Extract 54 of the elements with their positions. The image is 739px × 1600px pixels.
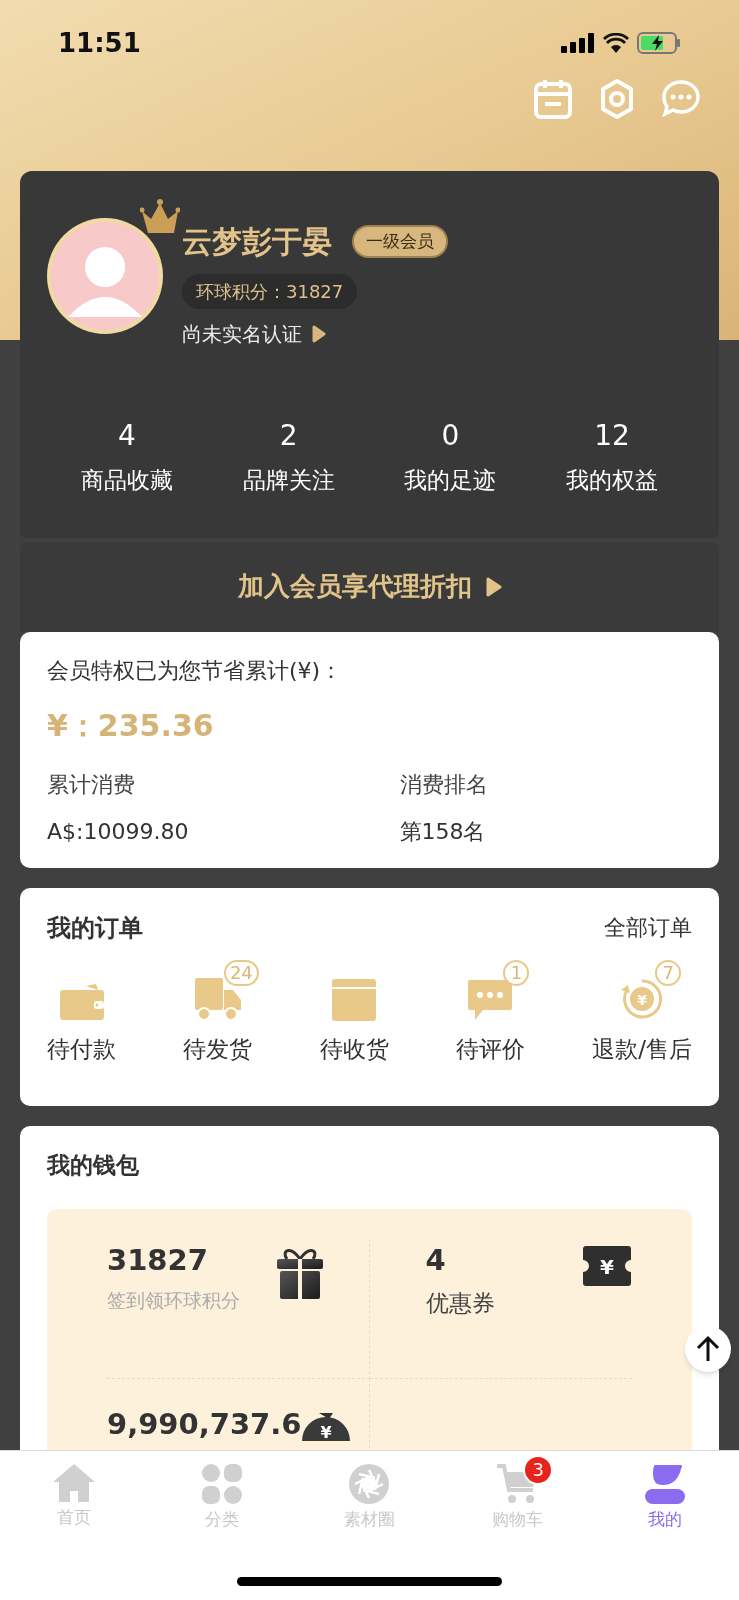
all-orders-link[interactable]: 全部订单 bbox=[604, 911, 692, 944]
order-status-button[interactable]: 待付款 bbox=[47, 957, 134, 1066]
signal-icon bbox=[561, 33, 595, 53]
stat-label: 我的权益 bbox=[566, 466, 659, 495]
join-member-banner[interactable]: 加入会员享代理折扣 bbox=[20, 541, 719, 632]
user-icon bbox=[643, 1463, 688, 1505]
stat-label: 消费排名 bbox=[399, 770, 489, 799]
wallet-value: 9,990,737.6 bbox=[107, 1405, 302, 1443]
stat-value: 12 bbox=[594, 418, 630, 454]
aperture-icon bbox=[348, 1463, 391, 1505]
savings-amount: ¥：235.36 bbox=[47, 706, 215, 745]
stat-label: 累计消费 bbox=[47, 770, 136, 799]
battery-icon bbox=[637, 32, 681, 54]
stat-label: 品牌关注 bbox=[242, 466, 335, 495]
section-title: 我的钱包 bbox=[47, 1151, 140, 1180]
calendar-button[interactable] bbox=[533, 78, 573, 120]
wallet-label: 优惠券 bbox=[425, 1289, 495, 1318]
order-status-button[interactable]: 1 待评价 bbox=[455, 957, 543, 1066]
count-badge: 1 bbox=[503, 959, 530, 986]
wifi-icon bbox=[603, 33, 629, 53]
wallet-icon bbox=[57, 981, 106, 1022]
stat-label: 我的足迹 bbox=[404, 466, 497, 495]
count-badge: 7 bbox=[655, 959, 682, 986]
home-icon bbox=[51, 1463, 96, 1503]
crown-icon bbox=[140, 199, 180, 235]
order-status-button[interactable]: ¥ 7 退款/售后 bbox=[592, 957, 710, 1066]
stat-value: A$:10099.80 bbox=[47, 817, 190, 846]
play-icon bbox=[312, 325, 326, 343]
stat-value: 第158名 bbox=[399, 817, 487, 846]
box-icon bbox=[331, 977, 378, 1022]
status-time: 11:51 bbox=[58, 26, 141, 60]
savings-title: 会员特权已为您节省累计(¥)： bbox=[47, 656, 344, 685]
tab-item[interactable]: 我的 bbox=[591, 1451, 739, 1533]
level-badge: 一级会员 bbox=[352, 224, 448, 259]
wallet-value: 31827 bbox=[107, 1241, 209, 1279]
stat-value: 2 bbox=[279, 418, 298, 454]
arrow-up-icon bbox=[695, 1335, 721, 1363]
ticket-icon: ¥ bbox=[582, 1244, 632, 1287]
stat-value: 0 bbox=[441, 418, 460, 454]
wallet-label: 签到领环球积分 bbox=[107, 1288, 240, 1313]
wallet-value: 4 bbox=[425, 1241, 447, 1279]
grid-icon bbox=[200, 1463, 243, 1505]
cart-badge: 3 bbox=[523, 1455, 554, 1485]
message-button[interactable] bbox=[661, 78, 701, 120]
count-badge: 24 bbox=[223, 959, 259, 986]
points-pill: 环球积分：31827 bbox=[182, 274, 358, 309]
stat-value: 4 bbox=[117, 418, 136, 454]
order-status-button[interactable]: 24 待发货 bbox=[183, 957, 271, 1066]
user-name: 云梦彭于晏 bbox=[182, 223, 332, 261]
chat-icon bbox=[467, 977, 514, 1022]
order-status-button[interactable]: 待收货 bbox=[319, 957, 407, 1066]
verify-link[interactable]: 尚未实名认证 bbox=[182, 319, 448, 349]
stat-label: 商品收藏 bbox=[80, 466, 173, 495]
section-title: 我的订单 bbox=[47, 912, 143, 944]
